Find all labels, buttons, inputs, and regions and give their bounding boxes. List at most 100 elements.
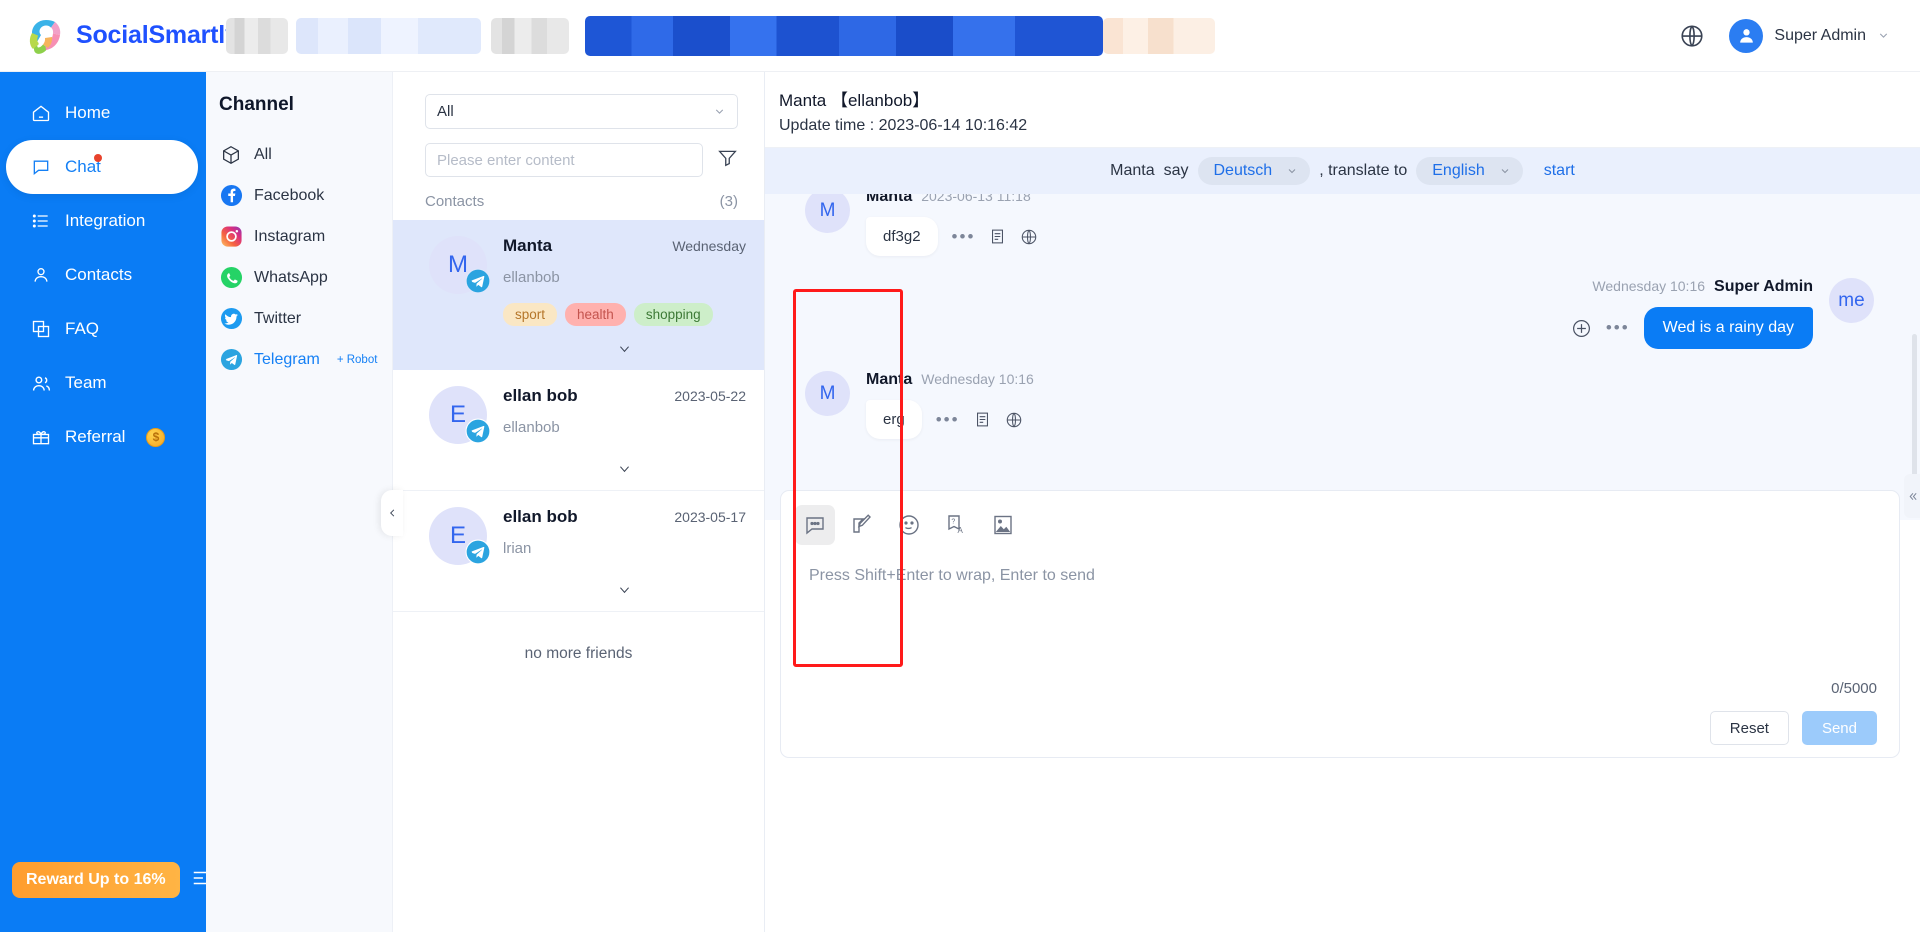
channel-item-label: WhatsApp <box>254 268 328 286</box>
plus-circle-icon[interactable] <box>1571 318 1592 339</box>
contact-top-row: Manta Wednesday <box>503 236 746 256</box>
add-robot-link[interactable]: + Robot <box>337 354 378 366</box>
contact-type-value: All <box>437 103 454 120</box>
scrollbar-thumb[interactable] <box>1912 334 1917 494</box>
svg-text:A: A <box>958 526 964 535</box>
contact-row-ellanbob-1[interactable]: E ellan bob 2023-05-22 ellanbob <box>393 370 764 491</box>
brand[interactable]: SocialSmartly <box>0 16 258 56</box>
message-meta: Manta Wednesday 10:16 <box>866 371 1874 389</box>
message-list: M Manta 2023-06-13 11:18 df3g2 ••• me We… <box>765 194 1920 520</box>
contact-expand[interactable] <box>503 436 746 476</box>
contact-top-row: ellan bob 2023-05-17 <box>503 507 746 527</box>
edit-pencil-icon[interactable] <box>842 505 882 545</box>
contact-row-ellanbob-2[interactable]: E ellan bob 2023-05-17 lrian <box>393 491 764 612</box>
channel-title: Channel <box>219 94 294 115</box>
language-globe-icon[interactable] <box>1677 21 1707 51</box>
facebook-icon <box>219 184 243 208</box>
funnel-filter-icon[interactable] <box>717 147 738 173</box>
tag-sport[interactable]: sport <box>503 303 558 326</box>
translate-start-button[interactable]: start <box>1544 162 1575 180</box>
editor-toolbar: ? A <box>781 491 1899 545</box>
account-name: Super Admin <box>1774 26 1866 44</box>
message-sender: Super Admin <box>1714 278 1813 295</box>
translate-who: Manta <box>1110 162 1155 179</box>
message-incoming-1: M Manta 2023-06-13 11:18 df3g2 ••• <box>805 194 1874 256</box>
translate-icon[interactable]: ? A <box>936 505 976 545</box>
contact-content: Manta Wednesday ellanbob sport health sh… <box>503 236 746 356</box>
send-button[interactable]: Send <box>1801 711 1877 745</box>
sidebar-item-label: Contacts <box>65 265 133 284</box>
emoji-smiley-icon[interactable] <box>889 505 929 545</box>
target-language-select[interactable]: English <box>1416 157 1523 185</box>
channel-item-whatsapp[interactable]: WhatsApp <box>219 257 392 298</box>
double-chevron-left-icon <box>1909 492 1917 500</box>
account-menu[interactable]: Super Admin <box>1729 18 1890 53</box>
collapse-right-panel-handle[interactable] <box>1904 474 1920 518</box>
quick-reply-icon[interactable] <box>795 505 835 545</box>
chevron-down-icon <box>715 109 724 114</box>
translate-say-label: say <box>1163 162 1189 179</box>
source-language-value: Deutsch <box>1213 162 1273 179</box>
sidebar-item-referral[interactable]: Referral $ <box>0 410 206 464</box>
contact-type-select[interactable]: All <box>425 94 738 129</box>
chevron-down-icon <box>620 466 629 473</box>
top-bar-right: Super Admin <box>1677 18 1920 53</box>
channel-item-instagram[interactable]: Instagram <box>219 216 392 257</box>
contact-name: Manta <box>503 236 553 255</box>
channel-item-twitter[interactable]: Twitter <box>219 298 392 339</box>
globe-icon[interactable] <box>1005 411 1023 429</box>
channel-item-facebook[interactable]: Facebook <box>219 175 392 216</box>
twitter-icon <box>219 307 243 331</box>
message-incoming-2: M Manta Wednesday 10:16 erg ••• <box>805 371 1874 439</box>
chevron-down-icon <box>620 346 629 353</box>
tag-shopping[interactable]: shopping <box>633 303 713 326</box>
avatar-wrap: E <box>429 507 491 565</box>
channel-item-all[interactable]: All <box>219 134 392 175</box>
avatar <box>1729 18 1764 53</box>
sidebar-item-chat[interactable]: Chat <box>6 140 198 194</box>
whatsapp-icon <box>219 266 243 290</box>
sidebar-item-home[interactable]: Home <box>0 86 206 140</box>
sidebar-item-faq[interactable]: FAQ <box>0 302 206 356</box>
redacted-block-2 <box>296 17 481 54</box>
contact-expand[interactable] <box>503 557 746 597</box>
tag-health[interactable]: health <box>565 303 626 326</box>
message-body: Manta 2023-06-13 11:18 df3g2 ••• <box>866 194 1874 256</box>
channel-item-label: Instagram <box>254 227 326 245</box>
channel-item-telegram[interactable]: Telegram + Robot <box>219 339 392 380</box>
note-icon[interactable] <box>989 228 1006 245</box>
more-dots-icon[interactable]: ••• <box>936 411 960 428</box>
editor-actions: Reset Send <box>1709 711 1877 745</box>
image-icon[interactable] <box>983 505 1023 545</box>
reward-button[interactable]: Reward Up to 16% <box>12 862 180 898</box>
note-icon[interactable] <box>974 411 991 428</box>
reset-button[interactable]: Reset <box>1709 711 1789 745</box>
coin-icon: $ <box>146 427 166 447</box>
chat-bubble-icon <box>30 156 52 178</box>
avatar-wrap: E <box>429 386 491 444</box>
channel-item-label: Telegram <box>254 350 320 368</box>
message-bubble: Wed is a rainy day <box>1643 307 1813 349</box>
contact-row-manta[interactable]: M Manta Wednesday ellanbob sport health … <box>393 220 764 370</box>
message-input[interactable]: Press Shift+Enter to wrap, Enter to send <box>781 545 1899 585</box>
list-icon <box>30 210 52 232</box>
svg-text:?: ? <box>951 519 955 526</box>
cube-icon <box>219 143 243 167</box>
source-language-select[interactable]: Deutsch <box>1197 157 1311 185</box>
sidebar-item-team[interactable]: Team <box>0 356 206 410</box>
globe-icon[interactable] <box>1020 228 1038 246</box>
more-dots-icon[interactable]: ••• <box>952 228 976 245</box>
telegram-icon <box>465 418 491 444</box>
sidebar-item-integration[interactable]: Integration <box>0 194 206 248</box>
collapse-contacts-handle[interactable] <box>381 490 403 536</box>
avatar-wrap: M <box>429 236 491 294</box>
sidebar-item-contacts[interactable]: Contacts <box>0 248 206 302</box>
message-line: ••• Wed is a rainy day <box>805 307 1813 349</box>
target-language-value: English <box>1432 162 1485 179</box>
contact-expand[interactable] <box>503 326 746 356</box>
home-icon <box>30 102 52 124</box>
message-editor: ? A Press Shift+Enter to wrap, Enter to s… <box>780 490 1900 758</box>
more-dots-icon[interactable]: ••• <box>1606 319 1630 336</box>
search-input[interactable] <box>425 143 703 177</box>
character-counter: 0/5000 <box>1831 680 1877 697</box>
